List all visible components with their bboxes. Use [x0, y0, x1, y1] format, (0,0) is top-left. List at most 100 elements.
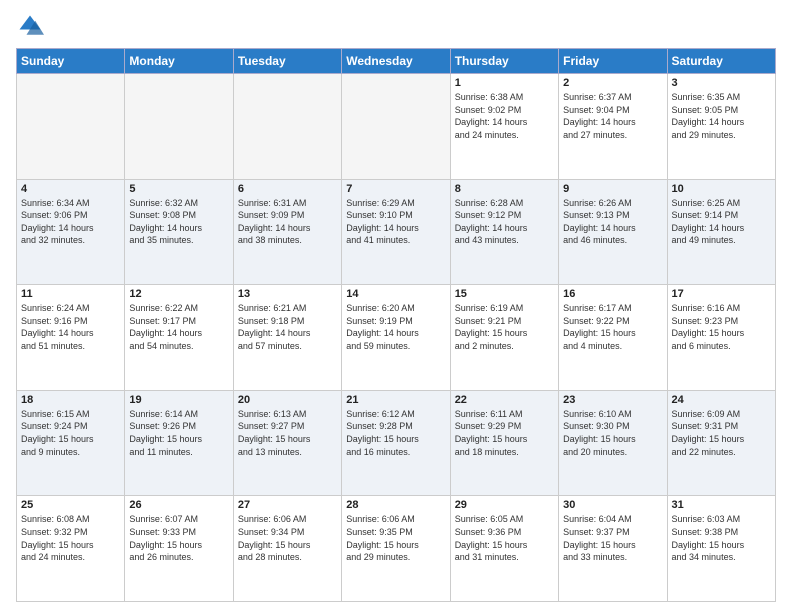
day-info: Sunrise: 6:35 AM Sunset: 9:05 PM Dayligh…	[672, 91, 771, 141]
day-cell: 29 Sunrise: 6:05 AM Sunset: 9:36 PM Dayli…	[450, 496, 558, 602]
day-info: Sunrise: 6:34 AM Sunset: 9:06 PM Dayligh…	[21, 197, 120, 247]
day-cell: 19 Sunrise: 6:14 AM Sunset: 9:26 PM Dayli…	[125, 390, 233, 496]
week-row-3: 11 Sunrise: 6:24 AM Sunset: 9:16 PM Dayli…	[17, 285, 776, 391]
day-info: Sunrise: 6:32 AM Sunset: 9:08 PM Dayligh…	[129, 197, 228, 247]
day-cell: 27 Sunrise: 6:06 AM Sunset: 9:34 PM Dayli…	[233, 496, 341, 602]
day-cell: 11 Sunrise: 6:24 AM Sunset: 9:16 PM Dayli…	[17, 285, 125, 391]
day-number: 21	[346, 394, 445, 406]
day-number: 28	[346, 499, 445, 511]
day-cell: 1Sunrise: 6:38 AM Sunset: 9:02 PM Daylig…	[450, 74, 558, 180]
logo-icon	[16, 12, 44, 40]
calendar-table: Sunday Monday Tuesday Wednesday Thursday…	[16, 48, 776, 602]
day-info: Sunrise: 6:10 AM Sunset: 9:30 PM Dayligh…	[563, 408, 662, 458]
day-number: 11	[21, 288, 120, 300]
day-info: Sunrise: 6:16 AM Sunset: 9:23 PM Dayligh…	[672, 302, 771, 352]
day-number: 25	[21, 499, 120, 511]
day-cell: 8 Sunrise: 6:28 AM Sunset: 9:12 PM Daylig…	[450, 179, 558, 285]
day-info: Sunrise: 6:25 AM Sunset: 9:14 PM Dayligh…	[672, 197, 771, 247]
day-number: 8	[455, 183, 554, 195]
day-info: Sunrise: 6:06 AM Sunset: 9:34 PM Dayligh…	[238, 513, 337, 563]
day-cell: 31 Sunrise: 6:03 AM Sunset: 9:38 PM Dayli…	[667, 496, 775, 602]
day-number: 16	[563, 288, 662, 300]
day-cell: 10 Sunrise: 6:25 AM Sunset: 9:14 PM Dayli…	[667, 179, 775, 285]
col-friday: Friday	[559, 49, 667, 74]
day-info: Sunrise: 6:17 AM Sunset: 9:22 PM Dayligh…	[563, 302, 662, 352]
day-info: Sunrise: 6:21 AM Sunset: 9:18 PM Dayligh…	[238, 302, 337, 352]
col-sunday: Sunday	[17, 49, 125, 74]
day-info: Sunrise: 6:31 AM Sunset: 9:09 PM Dayligh…	[238, 197, 337, 247]
day-number: 27	[238, 499, 337, 511]
day-info: Sunrise: 6:14 AM Sunset: 9:26 PM Dayligh…	[129, 408, 228, 458]
day-info: Sunrise: 6:28 AM Sunset: 9:12 PM Dayligh…	[455, 197, 554, 247]
header-row: Sunday Monday Tuesday Wednesday Thursday…	[17, 49, 776, 74]
day-number: 10	[672, 183, 771, 195]
day-number: 29	[455, 499, 554, 511]
day-number: 2	[563, 77, 662, 89]
day-cell	[125, 74, 233, 180]
week-row-2: 4 Sunrise: 6:34 AM Sunset: 9:06 PM Daylig…	[17, 179, 776, 285]
day-number: 31	[672, 499, 771, 511]
day-info: Sunrise: 6:05 AM Sunset: 9:36 PM Dayligh…	[455, 513, 554, 563]
day-info: Sunrise: 6:26 AM Sunset: 9:13 PM Dayligh…	[563, 197, 662, 247]
day-cell: 13 Sunrise: 6:21 AM Sunset: 9:18 PM Dayli…	[233, 285, 341, 391]
day-info: Sunrise: 6:09 AM Sunset: 9:31 PM Dayligh…	[672, 408, 771, 458]
day-info: Sunrise: 6:29 AM Sunset: 9:10 PM Dayligh…	[346, 197, 445, 247]
day-number: 14	[346, 288, 445, 300]
day-cell: 6 Sunrise: 6:31 AM Sunset: 9:09 PM Daylig…	[233, 179, 341, 285]
day-number: 26	[129, 499, 228, 511]
day-info: Sunrise: 6:19 AM Sunset: 9:21 PM Dayligh…	[455, 302, 554, 352]
day-number: 7	[346, 183, 445, 195]
week-row-1: 1Sunrise: 6:38 AM Sunset: 9:02 PM Daylig…	[17, 74, 776, 180]
day-cell: 17 Sunrise: 6:16 AM Sunset: 9:23 PM Dayli…	[667, 285, 775, 391]
day-cell: 28 Sunrise: 6:06 AM Sunset: 9:35 PM Dayli…	[342, 496, 450, 602]
day-info: Sunrise: 6:08 AM Sunset: 9:32 PM Dayligh…	[21, 513, 120, 563]
header	[16, 12, 776, 40]
day-info: Sunrise: 6:12 AM Sunset: 9:28 PM Dayligh…	[346, 408, 445, 458]
logo	[16, 12, 48, 40]
day-cell: 18Sunrise: 6:15 AM Sunset: 9:24 PM Dayli…	[17, 390, 125, 496]
week-row-4: 18Sunrise: 6:15 AM Sunset: 9:24 PM Dayli…	[17, 390, 776, 496]
day-number: 9	[563, 183, 662, 195]
day-number: 19	[129, 394, 228, 406]
day-info: Sunrise: 6:13 AM Sunset: 9:27 PM Dayligh…	[238, 408, 337, 458]
day-number: 30	[563, 499, 662, 511]
day-cell: 21 Sunrise: 6:12 AM Sunset: 9:28 PM Dayli…	[342, 390, 450, 496]
col-tuesday: Tuesday	[233, 49, 341, 74]
day-cell: 20Sunrise: 6:13 AM Sunset: 9:27 PM Dayli…	[233, 390, 341, 496]
day-number: 4	[21, 183, 120, 195]
col-wednesday: Wednesday	[342, 49, 450, 74]
day-info: Sunrise: 6:24 AM Sunset: 9:16 PM Dayligh…	[21, 302, 120, 352]
day-cell: 25 Sunrise: 6:08 AM Sunset: 9:32 PM Dayli…	[17, 496, 125, 602]
day-cell: 9 Sunrise: 6:26 AM Sunset: 9:13 PM Daylig…	[559, 179, 667, 285]
day-number: 5	[129, 183, 228, 195]
day-info: Sunrise: 6:38 AM Sunset: 9:02 PM Dayligh…	[455, 91, 554, 141]
day-number: 15	[455, 288, 554, 300]
week-row-5: 25 Sunrise: 6:08 AM Sunset: 9:32 PM Dayli…	[17, 496, 776, 602]
day-info: Sunrise: 6:11 AM Sunset: 9:29 PM Dayligh…	[455, 408, 554, 458]
day-number: 3	[672, 77, 771, 89]
col-saturday: Saturday	[667, 49, 775, 74]
day-cell: 7 Sunrise: 6:29 AM Sunset: 9:10 PM Daylig…	[342, 179, 450, 285]
day-cell: 16 Sunrise: 6:17 AM Sunset: 9:22 PM Dayli…	[559, 285, 667, 391]
day-cell: 22 Sunrise: 6:11 AM Sunset: 9:29 PM Dayli…	[450, 390, 558, 496]
day-cell: 15 Sunrise: 6:19 AM Sunset: 9:21 PM Dayli…	[450, 285, 558, 391]
day-info: Sunrise: 6:37 AM Sunset: 9:04 PM Dayligh…	[563, 91, 662, 141]
day-cell: 24Sunrise: 6:09 AM Sunset: 9:31 PM Dayli…	[667, 390, 775, 496]
calendar-header: Sunday Monday Tuesday Wednesday Thursday…	[17, 49, 776, 74]
day-info: Sunrise: 6:04 AM Sunset: 9:37 PM Dayligh…	[563, 513, 662, 563]
day-number: 12	[129, 288, 228, 300]
day-cell: 12Sunrise: 6:22 AM Sunset: 9:17 PM Dayli…	[125, 285, 233, 391]
day-number: 22	[455, 394, 554, 406]
day-info: Sunrise: 6:03 AM Sunset: 9:38 PM Dayligh…	[672, 513, 771, 563]
day-cell: 14 Sunrise: 6:20 AM Sunset: 9:19 PM Dayli…	[342, 285, 450, 391]
col-monday: Monday	[125, 49, 233, 74]
day-number: 17	[672, 288, 771, 300]
day-number: 13	[238, 288, 337, 300]
day-info: Sunrise: 6:06 AM Sunset: 9:35 PM Dayligh…	[346, 513, 445, 563]
day-number: 23	[563, 394, 662, 406]
day-info: Sunrise: 6:20 AM Sunset: 9:19 PM Dayligh…	[346, 302, 445, 352]
day-number: 18	[21, 394, 120, 406]
day-cell	[233, 74, 341, 180]
day-cell: 26Sunrise: 6:07 AM Sunset: 9:33 PM Dayli…	[125, 496, 233, 602]
day-number: 6	[238, 183, 337, 195]
